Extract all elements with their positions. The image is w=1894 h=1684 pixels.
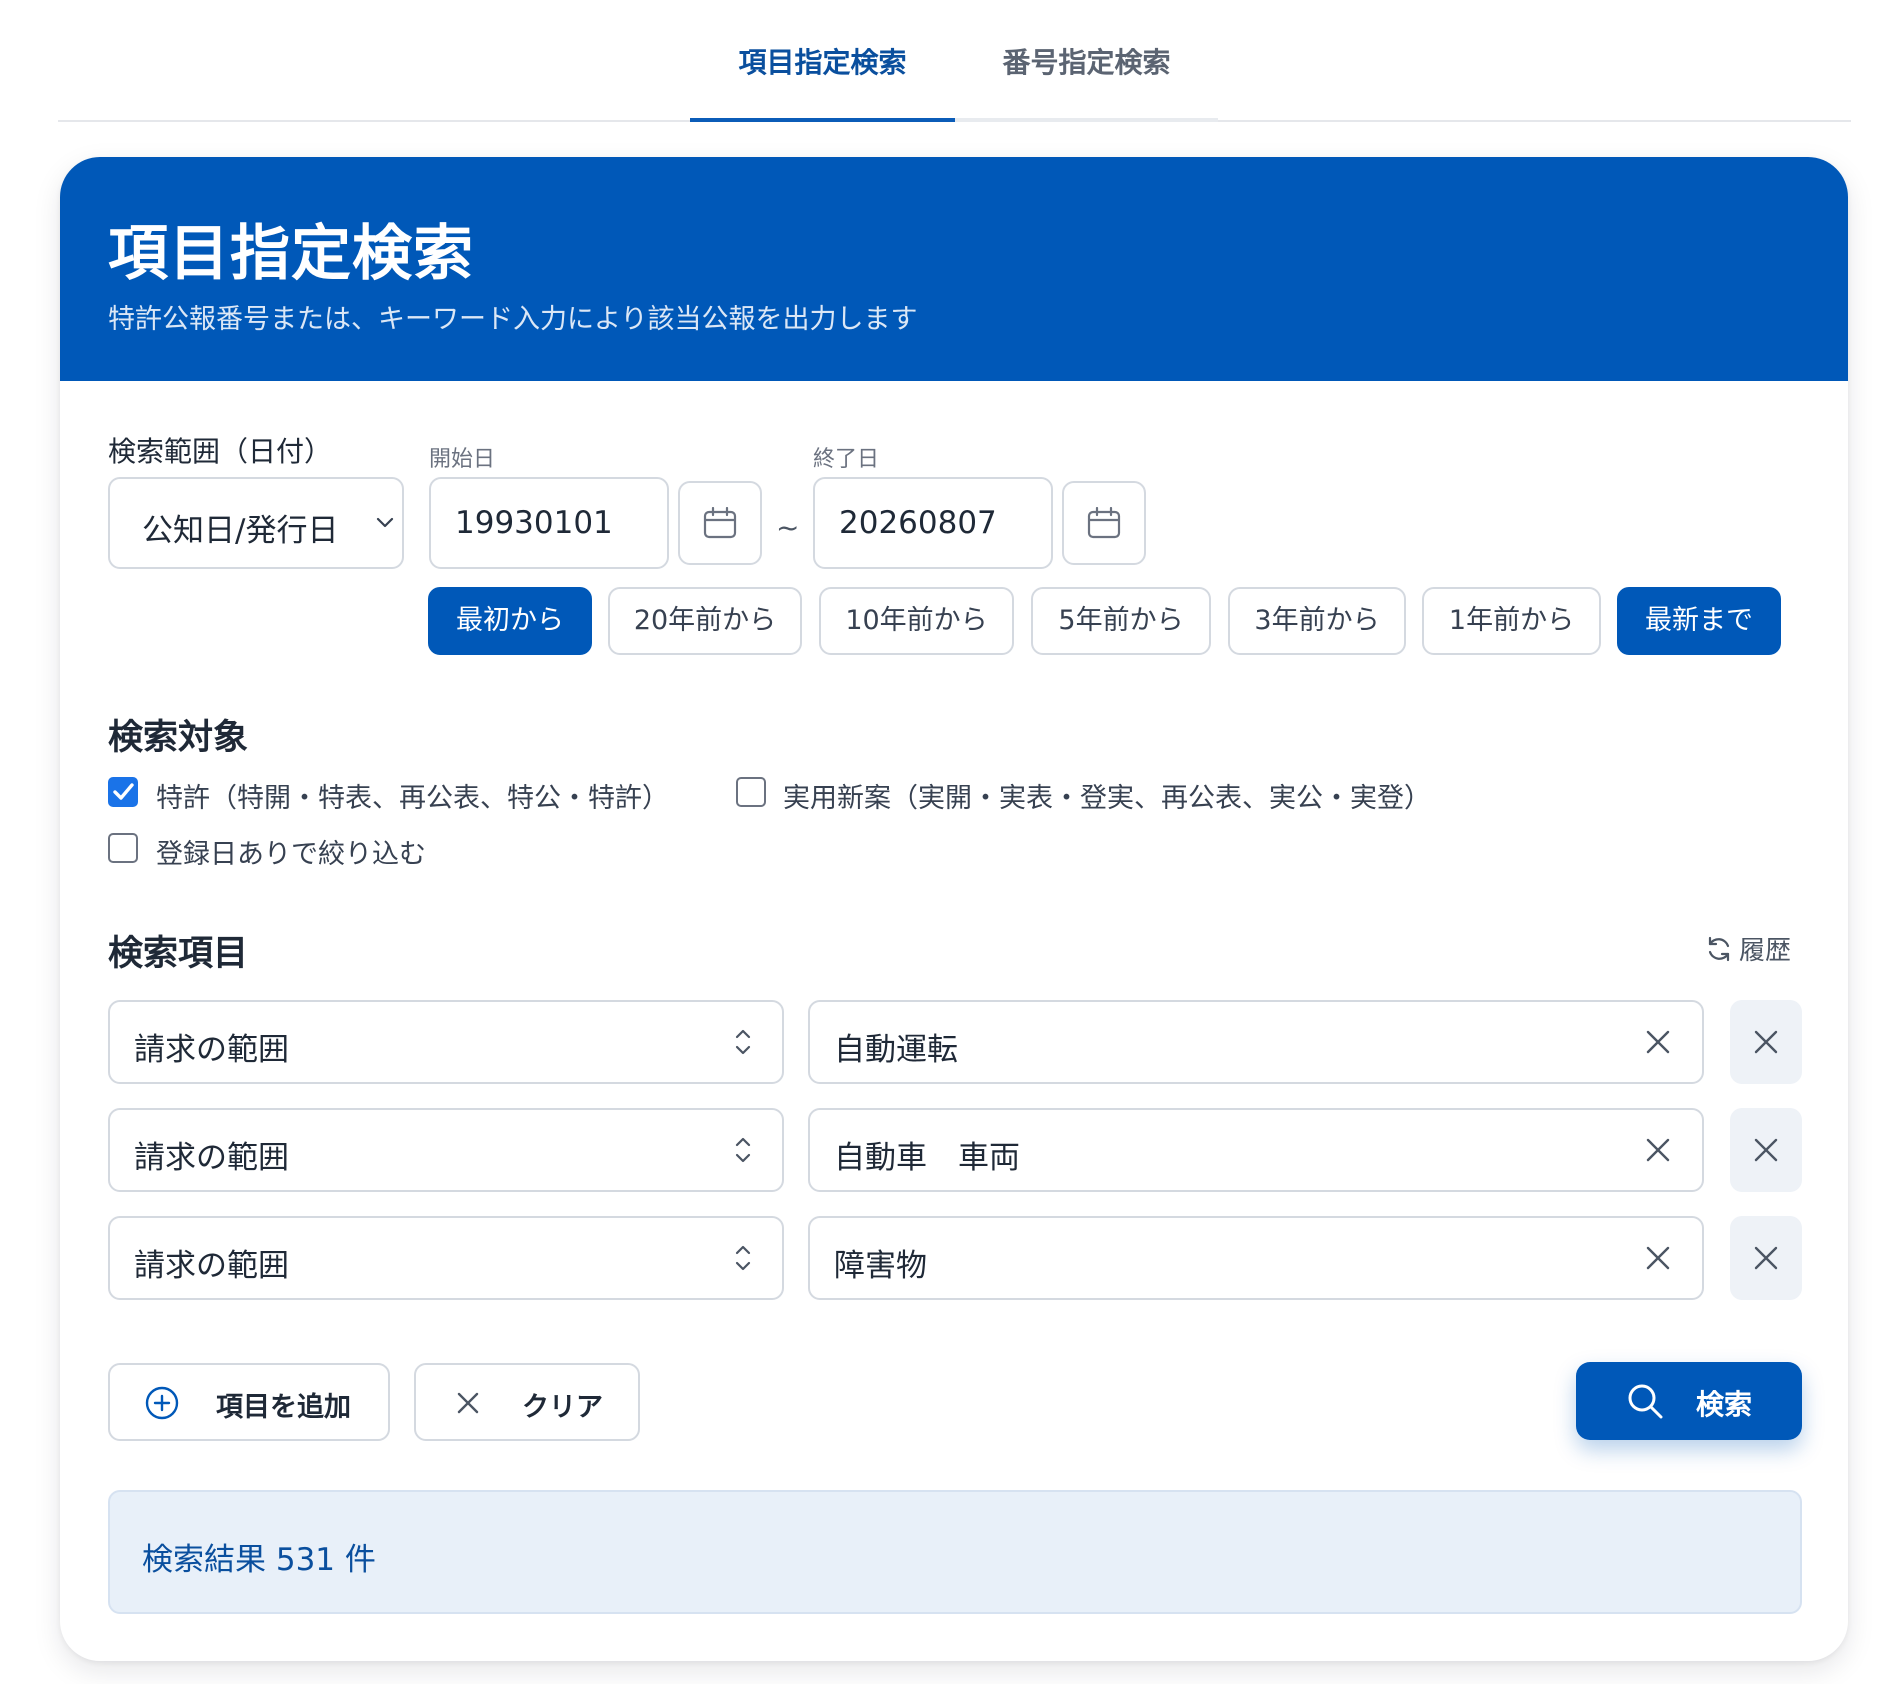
keyword-value: 自動車 車両 [834, 1140, 1020, 1176]
tab-number-search[interactable]: 番号指定検索 [955, 30, 1218, 122]
page-title: 項目指定検索 [108, 219, 474, 289]
check-icon [113, 783, 134, 800]
start-calendar-button[interactable] [678, 481, 762, 565]
clear-icon[interactable] [1644, 1136, 1672, 1164]
clear-icon[interactable] [1644, 1028, 1672, 1056]
date-separator: ~ [776, 511, 800, 544]
tab-item-search[interactable]: 項目指定検索 [690, 30, 955, 122]
close-icon [1754, 1246, 1778, 1270]
range-from-first-button[interactable]: 最初から [428, 587, 592, 655]
chevron-updown-icon [735, 1245, 751, 1271]
patent-checkbox[interactable] [108, 777, 138, 807]
history-button[interactable]: 履歴 [1705, 930, 1791, 967]
chevron-updown-icon [735, 1029, 751, 1055]
end-date-label: 終了日 [813, 447, 880, 472]
remove-row-button-2[interactable] [1730, 1108, 1802, 1192]
clear-icon[interactable] [1644, 1244, 1672, 1272]
search-label: 検索 [1696, 1388, 1753, 1421]
range-5y-button[interactable]: 5年前から [1031, 587, 1211, 655]
end-date-input[interactable]: 20260807 [813, 477, 1053, 569]
field-select-value: 請求の範囲 [134, 1248, 289, 1284]
chevron-updown-icon [735, 1137, 751, 1163]
tab-bar: 項目指定検索 番号指定検索 [0, 0, 1894, 122]
range-10y-button[interactable]: 10年前から [819, 587, 1014, 655]
range-1y-button[interactable]: 1年前から [1422, 587, 1601, 655]
keyword-value: 自動運転 [834, 1032, 958, 1068]
keyword-input-1[interactable]: 自動運転 [808, 1000, 1704, 1084]
close-icon [457, 1392, 479, 1414]
close-icon [1754, 1138, 1778, 1162]
start-date-label: 開始日 [429, 447, 496, 472]
target-section-title: 検索対象 [108, 718, 249, 758]
date-type-select[interactable]: 公知日/発行日 [108, 477, 404, 569]
page-subtitle: 特許公報番号または、キーワード入力により該当公報を出力します [108, 304, 918, 335]
date-range-label: 検索範囲（日付） [108, 435, 333, 468]
history-label: 履歴 [1739, 936, 1792, 966]
field-select-1[interactable]: 請求の範囲 [108, 1000, 784, 1084]
range-3y-button[interactable]: 3年前から [1228, 587, 1406, 655]
range-to-latest-button[interactable]: 最新まで [1617, 587, 1781, 655]
field-select-value: 請求の範囲 [134, 1032, 289, 1068]
plus-circle-icon [145, 1386, 179, 1420]
calendar-icon [703, 507, 737, 539]
chevron-down-icon [376, 517, 394, 528]
close-icon [1754, 1030, 1778, 1054]
utility-model-checkbox-label: 実用新案（実開・実表・登実、再公表、実公・実登） [783, 783, 1431, 814]
start-date-input[interactable]: 19930101 [429, 477, 669, 569]
remove-row-button-1[interactable] [1730, 1000, 1802, 1084]
registered-filter-checkbox[interactable] [108, 833, 138, 863]
result-panel: 検索結果 531 件 [108, 1490, 1802, 1614]
keyword-value: 障害物 [834, 1248, 927, 1284]
clear-button[interactable]: クリア [414, 1363, 640, 1441]
field-select-2[interactable]: 請求の範囲 [108, 1108, 784, 1192]
range-20y-button[interactable]: 20年前から [608, 587, 802, 655]
add-item-button[interactable]: 項目を追加 [108, 1363, 390, 1441]
end-calendar-button[interactable] [1062, 481, 1146, 565]
search-icon [1628, 1384, 1663, 1419]
card-header: 項目指定検索 特許公報番号または、キーワード入力により該当公報を出力します [60, 157, 1848, 381]
search-card: 項目指定検索 特許公報番号または、キーワード入力により該当公報を出力します 検索… [60, 157, 1848, 1661]
refresh-icon [1708, 936, 1730, 962]
items-section-title: 検索項目 [108, 934, 249, 974]
clear-label: クリア [522, 1392, 603, 1423]
add-item-label: 項目を追加 [216, 1392, 351, 1423]
utility-model-checkbox[interactable] [736, 777, 766, 807]
field-select-value: 請求の範囲 [134, 1140, 289, 1176]
patent-checkbox-label: 特許（特開・特表、再公表、特公・特許） [156, 783, 669, 814]
keyword-input-2[interactable]: 自動車 車両 [808, 1108, 1704, 1192]
search-button[interactable]: 検索 [1576, 1362, 1802, 1440]
result-count: 検索結果 531 件 [142, 1542, 376, 1578]
calendar-icon [1087, 507, 1121, 539]
registered-filter-label: 登録日ありで絞り込む [156, 839, 426, 870]
date-type-value: 公知日/発行日 [142, 513, 339, 549]
remove-row-button-3[interactable] [1730, 1216, 1802, 1300]
keyword-input-3[interactable]: 障害物 [808, 1216, 1704, 1300]
field-select-3[interactable]: 請求の範囲 [108, 1216, 784, 1300]
